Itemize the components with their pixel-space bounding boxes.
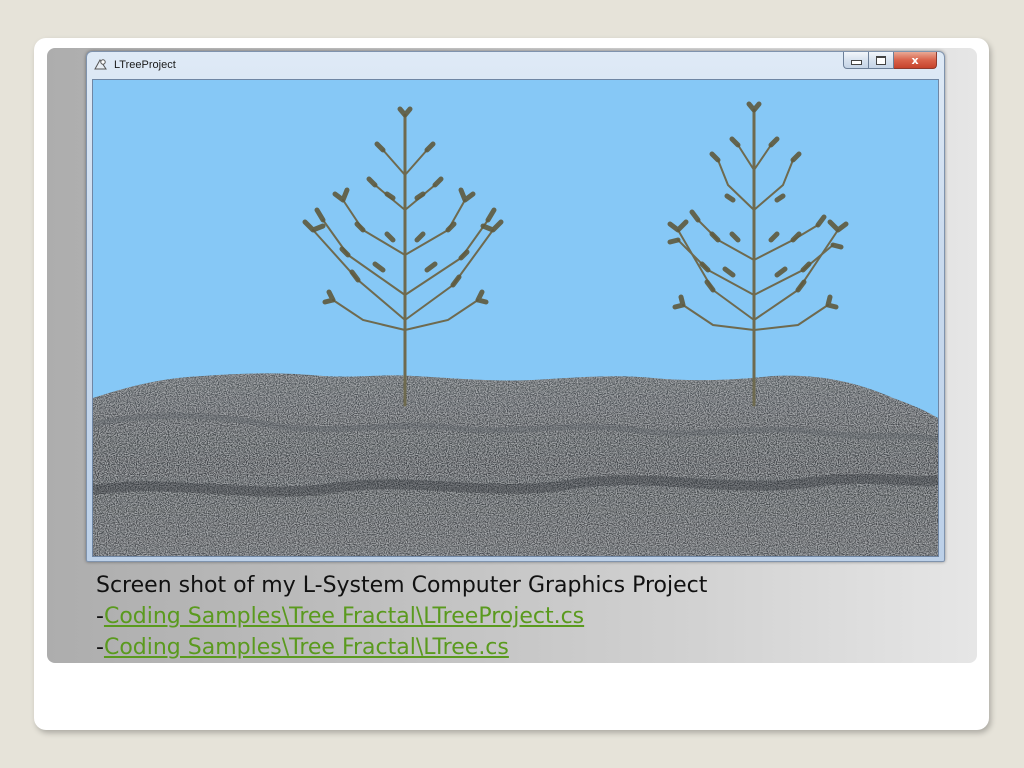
scene (93, 80, 938, 556)
link-prefix: - (96, 604, 104, 629)
caption-link-line: -Coding Samples\Tree Fractal\LTreeProjec… (96, 601, 956, 632)
terrain (93, 373, 938, 556)
maximize-button[interactable] (869, 52, 894, 69)
link-prefix: - (96, 635, 104, 660)
title-bar[interactable]: LTreeProject x (87, 52, 944, 78)
close-button[interactable]: x (894, 52, 937, 69)
window-controls: x (843, 52, 937, 70)
slide-caption: Screen shot of my L-System Computer Grap… (96, 570, 956, 663)
link-ltree-cs[interactable]: Coding Samples\Tree Fractal\LTree.cs (104, 635, 509, 660)
caption-link-line: -Coding Samples\Tree Fractal\LTree.cs (96, 632, 956, 663)
maximize-icon (876, 55, 886, 65)
caption-text: Screen shot of my L-System Computer Grap… (96, 573, 708, 598)
app-icon (94, 59, 107, 70)
link-ltreeproject-cs[interactable]: Coding Samples\Tree Fractal\LTreeProject… (104, 604, 584, 629)
minimize-icon (850, 60, 862, 65)
window-title: LTreeProject (114, 59, 176, 71)
minimize-button[interactable] (843, 52, 869, 69)
close-icon: x (911, 53, 919, 67)
app-window[interactable]: LTreeProject x (86, 51, 945, 562)
render-viewport[interactable] (92, 79, 939, 557)
